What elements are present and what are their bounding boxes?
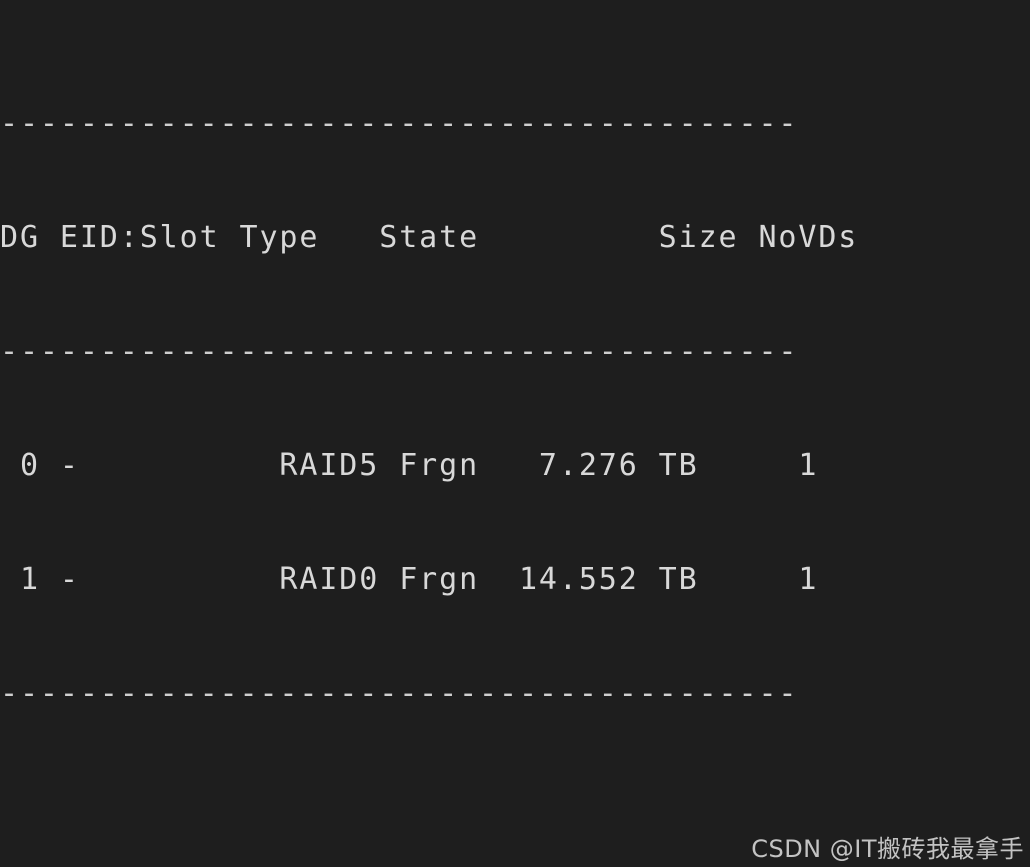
terminal-window[interactable]: ----------------------------------------… [0, 0, 1030, 867]
table-row: 0 - RAID5 Frgn 7.276 TB 1 [0, 448, 819, 483]
terminal-screen: ----------------------------------------… [0, 0, 1030, 867]
dg-table-top-rule: ---------------------------------------- [0, 106, 799, 141]
dg-table-header-rule: ---------------------------------------- [0, 334, 799, 369]
table-row: 1 - RAID0 Frgn 14.552 TB 1 [0, 562, 819, 597]
dg-table-bottom-rule: ---------------------------------------- [0, 676, 799, 711]
dg-table-header: DG EID:Slot Type State Size NoVDs [0, 220, 859, 255]
